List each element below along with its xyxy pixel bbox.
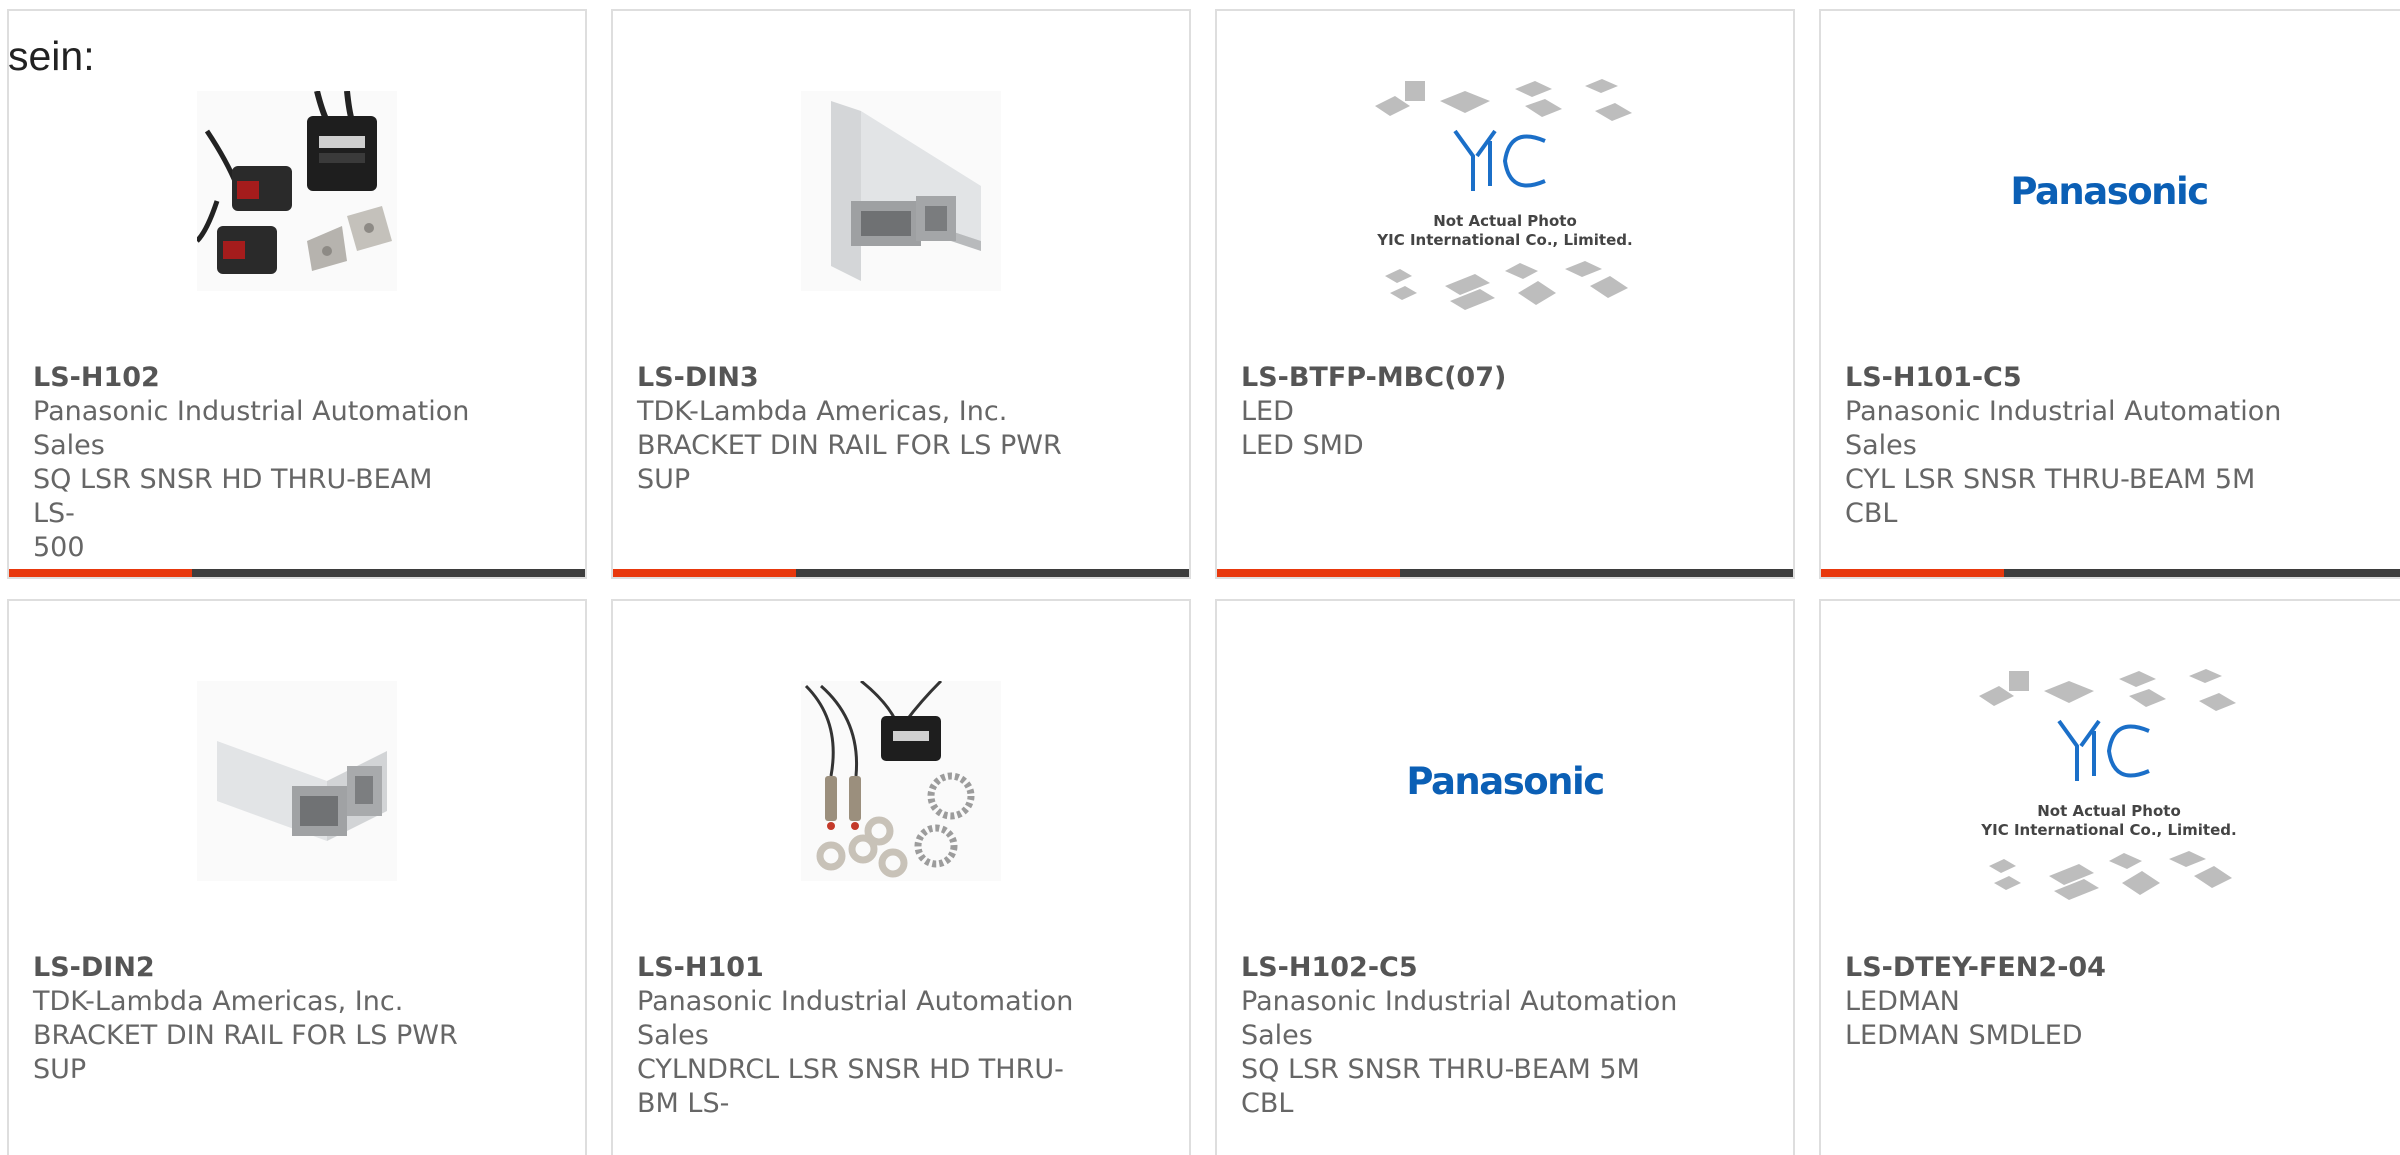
description: LED SMD	[1241, 430, 1364, 461]
description: BRACKET DIN RAIL FOR LS PWR	[33, 1020, 458, 1051]
manufacturer: LED	[1241, 396, 1294, 427]
card-footer-accent	[1821, 569, 2004, 577]
manufacturer-continued: Sales	[33, 430, 105, 461]
manufacturer-continued: Sales	[637, 1020, 709, 1051]
bracket-photo-icon	[801, 91, 1001, 291]
product-card[interactable]: LS-DIN3 TDK-Lambda Americas, Inc. BRACKE…	[611, 9, 1191, 579]
placeholder-line-2: YIC International Co., Limited.	[1980, 821, 2236, 839]
part-number: LS-BTFP-MBC(07)	[1241, 362, 1507, 393]
product-card[interactable]: LS-H101 Panasonic Industrial Automation …	[611, 599, 1191, 1155]
description-continued: SUP	[33, 1054, 87, 1085]
bracket-photo-icon	[197, 681, 397, 881]
card-footer-bar	[1217, 569, 1793, 577]
yic-placeholder-icon: Not Actual Photo YIC International Co., …	[1375, 79, 1633, 310]
product-card[interactable]: Panasonic LS-H102-C5 Panasonic Industria…	[1215, 599, 1795, 1155]
card-footer-accent	[613, 569, 796, 577]
manufacturer: TDK-Lambda Americas, Inc.	[33, 986, 404, 1017]
card-footer-bar	[613, 569, 1189, 577]
manufacturer-continued: Sales	[1241, 1020, 1313, 1051]
description: BRACKET DIN RAIL FOR LS PWR	[637, 430, 1062, 461]
manufacturer: TDK-Lambda Americas, Inc.	[637, 396, 1008, 427]
manufacturer: Panasonic Industrial Automation	[1241, 986, 1678, 1017]
manufacturer: Panasonic Industrial Automation	[1845, 396, 2282, 427]
description-continued: BM LS-	[637, 1088, 730, 1119]
panasonic-logo-icon: Panasonic	[2010, 169, 2209, 213]
description-continued: SUP	[637, 464, 691, 495]
manufacturer: LEDMAN	[1845, 986, 1960, 1017]
part-number: LS-DIN2	[33, 952, 155, 983]
placeholder-line-1: Not Actual Photo	[1433, 212, 1577, 230]
card-footer-bar	[9, 569, 585, 577]
product-image: Panasonic	[1217, 671, 1793, 891]
product-image: Not Actual Photo YIC International Co., …	[1217, 79, 1793, 310]
product-image	[9, 671, 585, 891]
product-image: Panasonic	[1821, 81, 2397, 301]
yic-placeholder-icon: Not Actual Photo YIC International Co., …	[1979, 669, 2237, 900]
description-continued: CBL	[1241, 1088, 1294, 1119]
description-continued: CBL	[1845, 498, 1898, 529]
description: SQ LSR SNSR HD THRU-BEAM LS-	[33, 464, 433, 529]
placeholder-line-1: Not Actual Photo	[2037, 802, 2181, 820]
part-number: LS-DIN3	[637, 362, 759, 393]
product-card[interactable]: LS-H102 Panasonic Industrial Automation …	[7, 9, 587, 579]
panasonic-logo-icon: Panasonic	[1406, 759, 1605, 803]
card-footer-bar	[1821, 569, 2400, 577]
part-number: LS-H101-C5	[1845, 362, 2022, 393]
cable-sensor-photo-icon	[801, 681, 1001, 881]
product-card[interactable]: Panasonic LS-H101-C5 Panasonic Industria…	[1819, 9, 2400, 579]
manufacturer-continued: Sales	[1845, 430, 1917, 461]
part-number: LS-H102	[33, 362, 160, 393]
product-image: Not Actual Photo YIC International Co., …	[1821, 669, 2397, 900]
description: CYL LSR SNSR THRU-BEAM 5M	[1845, 464, 2256, 495]
part-number: LS-H101	[637, 952, 764, 983]
part-number: LS-DTEY-FEN2-04	[1845, 952, 2106, 983]
description: LEDMAN SMDLED	[1845, 1020, 2083, 1051]
intro-text: sein:	[8, 33, 95, 79]
placeholder-line-2: YIC International Co., Limited.	[1376, 231, 1632, 249]
manufacturer: Panasonic Industrial Automation	[637, 986, 1074, 1017]
manufacturer: Panasonic Industrial Automation	[33, 396, 470, 427]
product-card[interactable]: Not Actual Photo YIC International Co., …	[1819, 599, 2400, 1155]
product-image	[613, 671, 1189, 891]
part-number: LS-H102-C5	[1241, 952, 1418, 983]
description: CYLNDRCL LSR SNSR HD THRU-	[637, 1054, 1064, 1085]
product-image	[9, 81, 585, 301]
description: SQ LSR SNSR THRU-BEAM 5M	[1241, 1054, 1640, 1085]
description-continued: 500	[33, 532, 85, 563]
sensor-photo-icon	[197, 91, 397, 291]
product-card[interactable]: LS-DIN2 TDK-Lambda Americas, Inc. BRACKE…	[7, 599, 587, 1155]
card-footer-accent	[1217, 569, 1400, 577]
product-image	[613, 81, 1189, 301]
card-footer-accent	[9, 569, 192, 577]
product-card[interactable]: Not Actual Photo YIC International Co., …	[1215, 9, 1795, 579]
